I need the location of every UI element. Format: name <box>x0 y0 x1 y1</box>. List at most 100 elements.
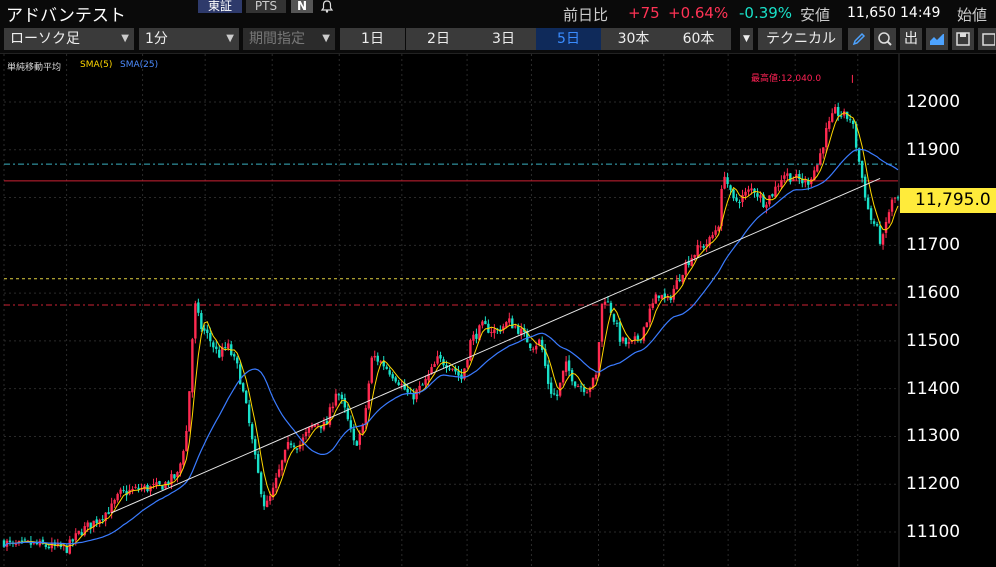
candle-body <box>161 485 164 490</box>
candle-body <box>20 540 24 542</box>
range-value: 期間指定 <box>249 31 305 47</box>
candle-body <box>738 201 741 204</box>
candle-body <box>642 327 646 341</box>
candle-body <box>555 394 559 396</box>
chevron-down-icon: ▼ <box>121 33 129 44</box>
candle-body <box>406 388 409 393</box>
news-badge[interactable]: N <box>291 0 313 13</box>
candle-body <box>256 454 260 473</box>
candle-body <box>591 378 595 388</box>
candle-body <box>337 394 341 396</box>
candle-body <box>430 367 433 374</box>
zoom-icon[interactable] <box>874 28 896 50</box>
candle-body <box>182 451 185 465</box>
candle-body <box>116 493 119 501</box>
area-chart-icon[interactable] <box>926 28 948 50</box>
low-label: 安値 <box>800 6 831 24</box>
candle-body <box>747 189 750 192</box>
period-1d-button[interactable]: 1日 <box>340 28 405 50</box>
candle-body <box>472 334 475 341</box>
candle-body <box>457 371 460 376</box>
candle-body <box>370 357 373 383</box>
candle-body <box>564 361 568 373</box>
period-3d-button[interactable]: 3日 <box>471 28 536 50</box>
candle-body <box>490 332 493 334</box>
candle-body <box>786 173 789 176</box>
period-2d-button[interactable]: 2日 <box>406 28 471 50</box>
bell-icon[interactable] <box>316 0 338 13</box>
export-icon[interactable]: 出 <box>900 28 922 50</box>
candle-body <box>828 121 831 129</box>
candle-body <box>690 258 693 266</box>
candle-body <box>837 106 840 116</box>
candle-body <box>660 294 663 299</box>
candle-body <box>71 539 74 542</box>
exchange-tse-button[interactable]: 東証 <box>198 0 242 13</box>
candle-body <box>191 339 194 393</box>
candle-body <box>699 246 702 248</box>
candle-body <box>822 147 825 154</box>
change-percent: +0.64% <box>668 4 729 22</box>
current-price-tag: 11,795.0 <box>900 188 996 213</box>
candle-body <box>158 481 161 485</box>
candle-body <box>774 186 777 197</box>
candle-body <box>283 449 287 462</box>
candle-body <box>224 347 227 349</box>
price-chart[interactable] <box>0 54 996 567</box>
candle-body <box>744 191 747 196</box>
candle-body <box>651 303 655 308</box>
header-bar: アドバンテスト 東証 PTS N 前日比 +75 +0.64% -0.39% 安… <box>0 0 996 26</box>
candle-body <box>633 336 637 340</box>
stock-title: アドバンテスト <box>6 6 126 26</box>
candle-body <box>896 197 900 199</box>
candle-body <box>194 303 197 339</box>
technical-button[interactable]: テクニカル <box>758 28 842 50</box>
candle-body <box>696 245 699 257</box>
trend-line <box>111 177 881 514</box>
chart-type-select[interactable]: ローソク足 ▼ <box>4 28 134 50</box>
candle-body <box>358 433 362 445</box>
candle-body <box>322 421 326 430</box>
candle-body <box>373 356 376 358</box>
candle-body <box>654 294 658 304</box>
save-icon[interactable] <box>952 28 974 50</box>
candle-body <box>517 326 520 334</box>
candle-body <box>624 338 628 345</box>
range-select[interactable]: 期間指定 ▼ <box>243 28 335 50</box>
period-more-button[interactable]: ▼ <box>740 28 753 50</box>
candle-body <box>552 393 556 395</box>
candle-body <box>424 378 427 385</box>
candle-body <box>244 390 248 404</box>
candle-body <box>714 230 717 235</box>
candle-body <box>881 234 885 245</box>
candle-body <box>863 176 867 198</box>
candle-body <box>44 544 48 547</box>
change-label: 前日比 <box>563 6 609 24</box>
candle-body <box>415 389 418 400</box>
exchange-pts-button[interactable]: PTS <box>246 0 286 13</box>
candle-body <box>549 382 553 394</box>
candle-body <box>783 175 786 179</box>
pen-icon[interactable] <box>848 28 870 50</box>
low-percent: -0.39% <box>739 4 793 22</box>
candle-body <box>606 301 610 303</box>
candle-body <box>875 224 879 226</box>
candle-body <box>200 313 203 330</box>
candle-body <box>218 349 221 358</box>
candle-body <box>511 318 514 329</box>
candle-body <box>274 477 278 488</box>
period-60bars-button[interactable]: 60本 <box>666 28 731 50</box>
y-axis-tick-label: 11900 <box>906 139 961 160</box>
candle-body <box>514 326 517 328</box>
candle-body <box>741 195 744 203</box>
candle-body <box>113 499 116 504</box>
candle-body <box>176 472 179 477</box>
candle-body <box>475 333 478 339</box>
window-icon[interactable] <box>978 28 996 50</box>
interval-select[interactable]: 1分 ▼ <box>139 28 239 50</box>
period-5d-button[interactable]: 5日 <box>536 28 601 50</box>
candle-body <box>173 474 176 479</box>
candle-body <box>331 406 335 409</box>
candle-body <box>307 427 311 433</box>
period-30bars-button[interactable]: 30本 <box>601 28 666 50</box>
